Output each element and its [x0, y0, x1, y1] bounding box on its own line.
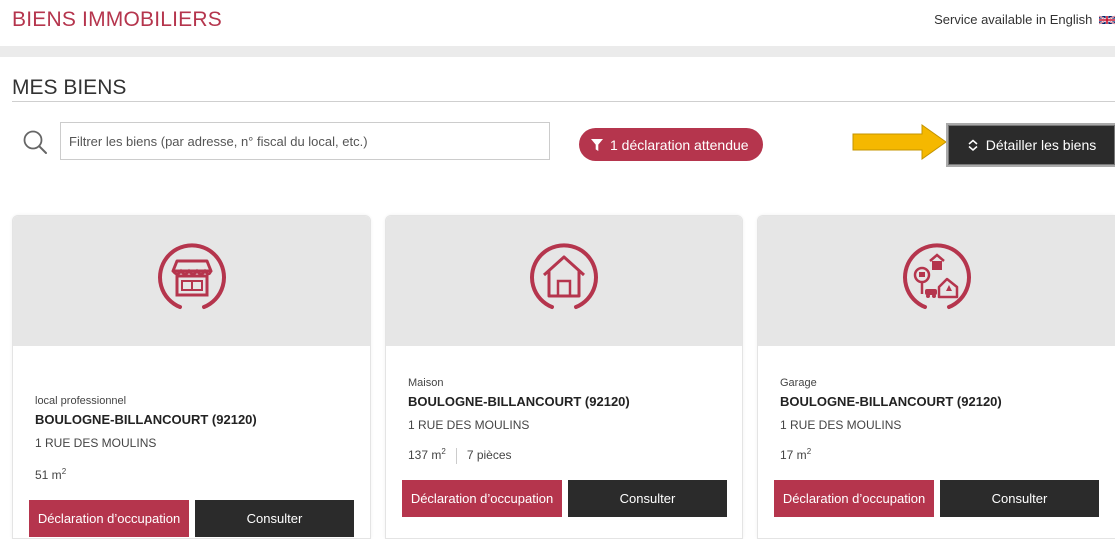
property-card: local professionnel BOULOGNE-BILLANCOURT…: [12, 215, 371, 539]
property-city: BOULOGNE-BILLANCOURT (92120): [408, 394, 630, 409]
property-type: Maison: [408, 377, 444, 389]
declaration-occupation-button[interactable]: Déclaration d’occupation: [774, 480, 934, 517]
property-image-area: [13, 216, 370, 346]
shop-icon: [157, 243, 226, 309]
uk-flag-icon: [1099, 15, 1115, 25]
property-area-value: 17 m: [780, 448, 807, 462]
property-card: Garage BOULOGNE-BILLANCOURT (92120) 1 RU…: [757, 215, 1115, 539]
area-rooms-separator: [455, 447, 457, 464]
english-language-link[interactable]: Service available in English: [934, 12, 1115, 27]
property-street: 1 RUE DES MOULINS: [35, 436, 157, 450]
property-city: BOULOGNE-BILLANCOURT (92120): [780, 394, 1002, 409]
house-icon: [530, 243, 598, 309]
property-image-area: [758, 216, 1115, 346]
property-street: 1 RUE DES MOULINS: [780, 418, 902, 432]
consult-button[interactable]: Consulter: [568, 480, 727, 517]
property-street: 1 RUE DES MOULINS: [408, 418, 530, 432]
filter-input[interactable]: [60, 122, 550, 160]
property-area: 137 m2 7 pièces: [408, 447, 512, 464]
top-bar: BIENS IMMOBILIERS Service available in E…: [0, 0, 1115, 46]
property-card: Maison BOULOGNE-BILLANCOURT (92120) 1 RU…: [385, 215, 743, 539]
title-divider: [12, 101, 1115, 102]
arrow-annotation-icon: [852, 124, 947, 160]
declaration-occupation-button[interactable]: Déclaration d’occupation: [402, 480, 562, 517]
property-area: 51 m2: [35, 467, 66, 482]
area-unit-exponent: 2: [441, 447, 446, 456]
property-type: Garage: [780, 377, 817, 389]
area-unit-exponent: 2: [61, 467, 67, 476]
property-city: BOULOGNE-BILLANCOURT (92120): [35, 412, 257, 427]
consult-button[interactable]: Consulter: [195, 500, 354, 537]
area-unit-exponent: 2: [806, 447, 812, 456]
site-title: BIENS IMMOBILIERS: [12, 8, 222, 31]
header-divider-band: [0, 46, 1115, 57]
search-icon[interactable]: [22, 129, 48, 155]
funnel-icon: [591, 138, 603, 151]
property-area: 17 m2: [780, 447, 811, 462]
expand-collapse-icon: [968, 139, 978, 151]
property-rooms: 7 pièces: [466, 448, 512, 462]
garage-icon: [902, 243, 971, 309]
pending-declaration-label: 1 déclaration attendue: [610, 136, 749, 153]
language-link-label: Service available in English: [934, 12, 1093, 27]
pending-declaration-filter-button[interactable]: 1 déclaration attendue: [579, 128, 763, 161]
property-type: local professionnel: [35, 395, 127, 407]
consult-button[interactable]: Consulter: [940, 480, 1099, 517]
property-details: Maison BOULOGNE-BILLANCOURT (92120) 1 RU…: [386, 346, 742, 538]
page-title: MES BIENS: [12, 76, 127, 99]
detail-properties-button[interactable]: Détailler les biens: [946, 123, 1115, 167]
property-details: local professionnel BOULOGNE-BILLANCOURT…: [13, 346, 370, 538]
property-area-value: 137 m: [408, 448, 442, 462]
property-area-value: 51 m: [35, 468, 62, 482]
property-details: Garage BOULOGNE-BILLANCOURT (92120) 1 RU…: [758, 346, 1115, 538]
detail-properties-label: Détailler les biens: [985, 137, 1097, 153]
property-image-area: [386, 216, 742, 346]
declaration-occupation-button[interactable]: Déclaration d’occupation: [29, 500, 189, 537]
